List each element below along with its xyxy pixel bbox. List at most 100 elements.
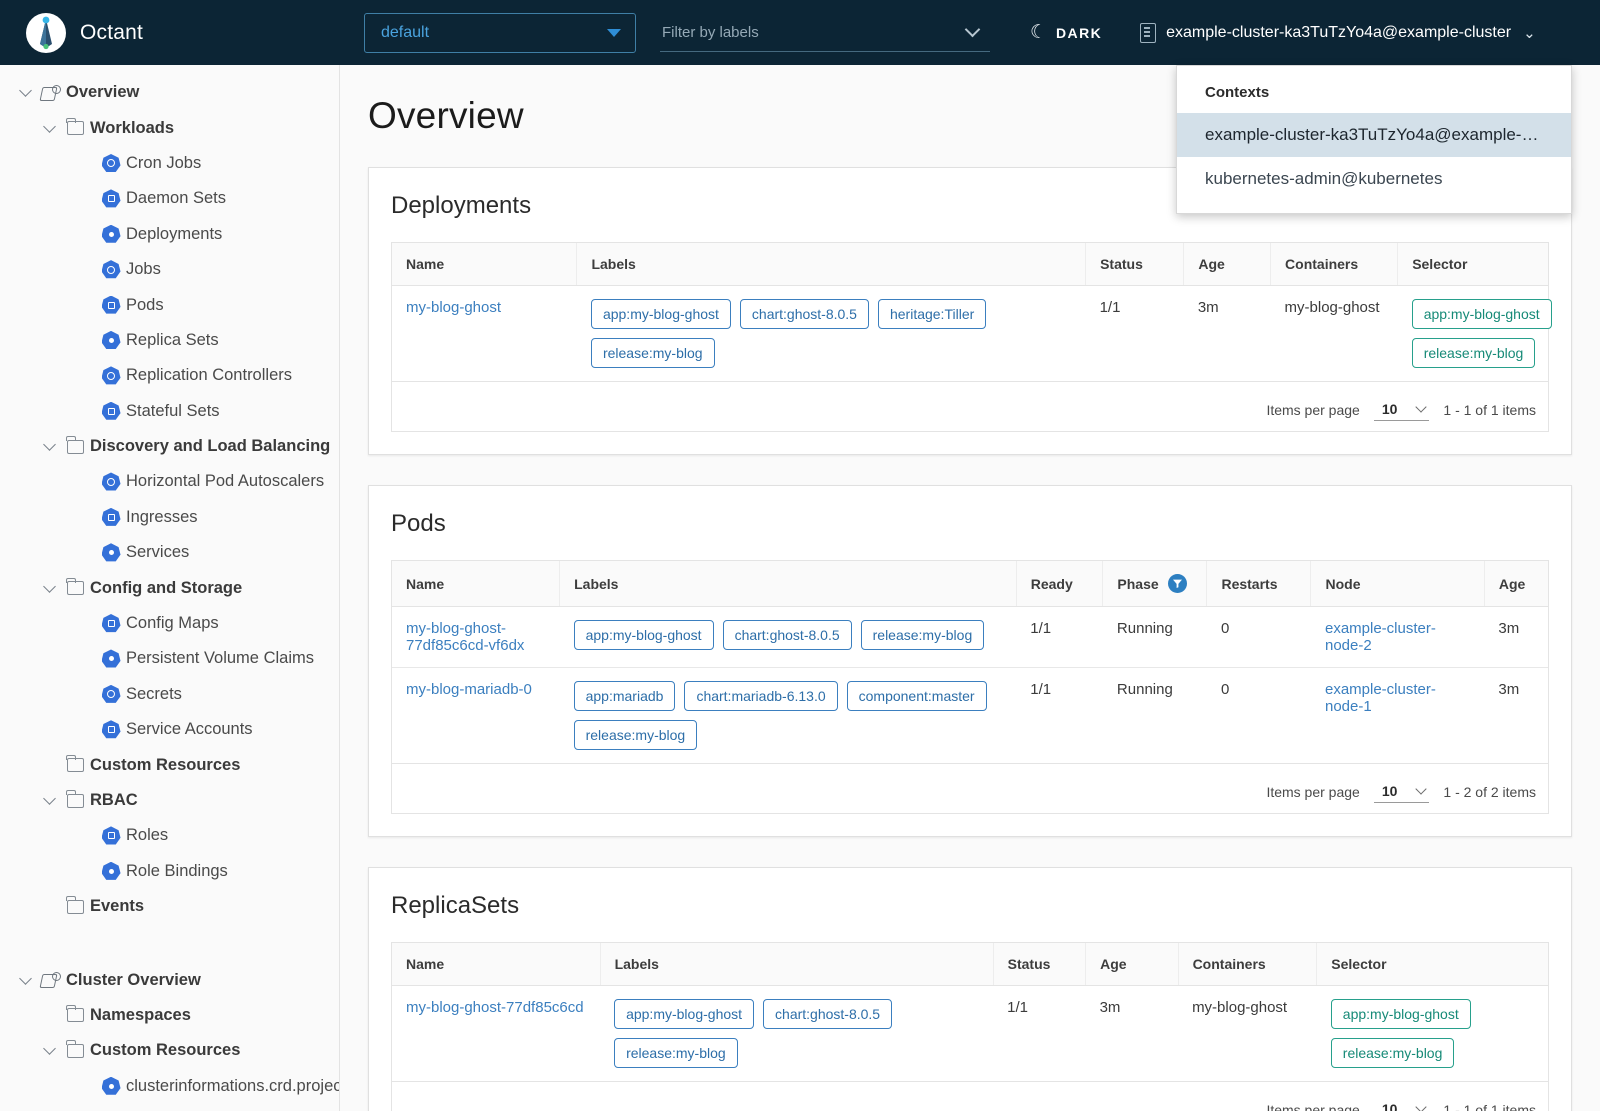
sidebar-item-deployments[interactable]: Deployments bbox=[0, 217, 339, 252]
name-link[interactable]: my-blog-ghost bbox=[406, 299, 501, 316]
sidebar-item-persistent-volume-claims[interactable]: Persistent Volume Claims bbox=[0, 641, 339, 676]
name-link[interactable]: my-blog-ghost-77df85c6cd-vf6dx bbox=[406, 620, 524, 654]
column-header-containers[interactable]: Containers bbox=[1270, 243, 1399, 286]
selector-chip[interactable]: release:my-blog bbox=[1330, 1038, 1455, 1068]
chevron-down-icon[interactable] bbox=[14, 84, 36, 99]
chevron-down-icon[interactable] bbox=[14, 971, 36, 987]
chevron-down-icon[interactable] bbox=[38, 119, 60, 135]
labels-chip[interactable]: app:mariadb bbox=[573, 681, 676, 711]
sidebar-item-cron-jobs[interactable]: Cron Jobs bbox=[0, 146, 339, 181]
sidebar-item-service-accounts[interactable]: Service Accounts bbox=[0, 712, 339, 747]
chevron-down-icon[interactable] bbox=[38, 579, 60, 595]
column-header-node[interactable]: Node bbox=[1310, 561, 1485, 607]
sidebar-item-clusterinformations-crd-project[interactable]: clusterinformations.crd.project bbox=[0, 1069, 339, 1104]
sidebar-item-custom-resources[interactable]: Custom Resources bbox=[0, 747, 339, 782]
chevron-down-icon[interactable] bbox=[38, 438, 60, 453]
column-header-status[interactable]: Status bbox=[993, 943, 1087, 986]
theme-toggle-button[interactable]: ☾ DARK bbox=[1030, 23, 1102, 42]
labels-chip[interactable]: release:my-blog bbox=[614, 1038, 738, 1068]
octant-logo-icon bbox=[26, 12, 66, 53]
sidebar-item-roles[interactable]: Roles bbox=[0, 818, 339, 853]
column-header-restarts[interactable]: Restarts bbox=[1206, 561, 1312, 607]
column-header-selector[interactable]: Selector bbox=[1397, 243, 1548, 286]
labels-chip[interactable]: app:my-blog-ghost bbox=[573, 620, 714, 650]
age-value: 3m bbox=[1197, 299, 1219, 316]
node-link[interactable]: example-cluster-node-2 bbox=[1325, 620, 1436, 654]
sidebar-item-stateful-sets[interactable]: Stateful Sets bbox=[0, 394, 339, 429]
items-per-page-select[interactable]: 10 bbox=[1373, 780, 1430, 803]
labels-chip[interactable]: chart:ghost-8.0.5 bbox=[722, 620, 852, 650]
labels-chip[interactable]: component:master bbox=[846, 681, 987, 711]
context-menu-item-kubernetes-admin[interactable]: kubernetes-admin@kubernetes bbox=[1177, 157, 1571, 201]
column-header-phase[interactable]: Phase bbox=[1102, 561, 1208, 607]
sidebar-item-workloads[interactable]: Workloads bbox=[0, 110, 339, 145]
sidebar-item-jobs[interactable]: Jobs bbox=[0, 252, 339, 287]
column-header-age[interactable]: Age bbox=[1085, 943, 1179, 986]
sidebar-item-ingresses[interactable]: Ingresses bbox=[0, 500, 339, 535]
column-header-ready[interactable]: Ready bbox=[1016, 561, 1104, 607]
column-header-label: Selector bbox=[1331, 956, 1387, 972]
labels-chip[interactable]: release:my-blog bbox=[573, 720, 698, 750]
sidebar-item-custom-resources[interactable]: Custom Resources bbox=[0, 1033, 339, 1068]
cell-name: my-blog-mariadb-0 bbox=[392, 667, 560, 764]
sidebar-item-role-bindings[interactable]: Role Bindings bbox=[0, 854, 339, 889]
items-per-page-select[interactable]: 10 bbox=[1374, 1098, 1430, 1111]
labels-chip[interactable]: release:my-blog bbox=[590, 338, 715, 368]
column-header-name[interactable]: Name bbox=[392, 943, 601, 986]
selector-chip[interactable]: app:my-blog-ghost bbox=[1330, 999, 1471, 1029]
sidebar-item-services[interactable]: Services bbox=[0, 535, 339, 570]
labels-chip[interactable]: chart:ghost-8.0.5 bbox=[739, 299, 869, 329]
sidebar-item-pods[interactable]: Pods bbox=[0, 287, 339, 322]
chevron-down-icon[interactable] bbox=[38, 792, 60, 807]
context-switcher-button[interactable]: example-cluster-ka3TuTzYo4a@example-clus… bbox=[1140, 22, 1536, 43]
namespace-select[interactable]: default bbox=[364, 12, 636, 53]
sidebar-item-horizontal-pod-autoscalers[interactable]: Horizontal Pod Autoscalers bbox=[0, 464, 339, 499]
sidebar-item-replication-controllers[interactable]: Replication Controllers bbox=[0, 358, 339, 393]
selector-chip[interactable]: release:my-blog bbox=[1411, 338, 1536, 368]
sidebar-item-events[interactable]: Events bbox=[0, 889, 339, 924]
context-menu-item-example-cluster[interactable]: example-cluster-ka3TuTzYo4a@example-clu… bbox=[1177, 113, 1571, 157]
items-per-page-select[interactable]: 10 bbox=[1373, 398, 1430, 421]
k8s-job-icon bbox=[96, 260, 126, 279]
sidebar-item-discovery-and-load-balancing[interactable]: Discovery and Load Balancing bbox=[0, 429, 339, 464]
name-link[interactable]: my-blog-mariadb-0 bbox=[406, 681, 532, 698]
sidebar-item-label: Cron Jobs bbox=[126, 153, 202, 172]
sidebar-item-replica-sets[interactable]: Replica Sets bbox=[0, 323, 339, 358]
app-body: Overview Workloads Cron Jobs Daemon Sets Dep… bbox=[0, 65, 1600, 1111]
column-header-name[interactable]: Name bbox=[392, 243, 578, 286]
filter-icon[interactable] bbox=[1167, 574, 1187, 593]
labels-chip[interactable]: release:my-blog bbox=[860, 620, 985, 650]
chevron-down-icon[interactable] bbox=[38, 1042, 60, 1057]
column-header-age[interactable]: Age bbox=[1183, 243, 1272, 286]
column-header-name[interactable]: Name bbox=[392, 561, 561, 607]
sidebar-item-csidrivers-csi-storage-k8s-io[interactable]: csidrivers.csi.storage.k8s.io bbox=[0, 1104, 339, 1111]
node-link[interactable]: example-cluster-node-1 bbox=[1325, 681, 1436, 715]
cell-containers: my-blog-ghost bbox=[1178, 985, 1317, 1082]
cell-phase: Running bbox=[1102, 667, 1207, 764]
labels-chip[interactable]: app:my-blog-ghost bbox=[590, 299, 731, 329]
status-value: 1/1 bbox=[1099, 299, 1121, 316]
column-header-containers[interactable]: Containers bbox=[1178, 943, 1318, 986]
sidebar-item-rbac[interactable]: RBAC bbox=[0, 783, 339, 818]
brand[interactable]: Octant bbox=[0, 12, 340, 53]
column-header-selector[interactable]: Selector bbox=[1316, 943, 1548, 986]
sidebar-item-secrets[interactable]: Secrets bbox=[0, 677, 339, 712]
selector-chip[interactable]: app:my-blog-ghost bbox=[1411, 299, 1552, 329]
labels-chip[interactable]: chart:mariadb-6.13.0 bbox=[684, 681, 838, 711]
name-link[interactable]: my-blog-ghost-77df85c6cd bbox=[406, 999, 584, 1016]
label-filter-input[interactable]: Filter by labels bbox=[660, 14, 990, 52]
labels-chip[interactable]: chart:ghost-8.0.5 bbox=[763, 999, 893, 1029]
sidebar-item-config-maps[interactable]: Config Maps bbox=[0, 606, 339, 641]
labels-chip[interactable]: app:my-blog-ghost bbox=[614, 999, 755, 1029]
column-header-labels[interactable]: Labels bbox=[559, 561, 1017, 607]
column-header-labels[interactable]: Labels bbox=[576, 243, 1087, 286]
column-header-status[interactable]: Status bbox=[1085, 243, 1185, 286]
sidebar-item-daemon-sets[interactable]: Daemon Sets bbox=[0, 181, 339, 216]
column-header-labels[interactable]: Labels bbox=[600, 943, 994, 986]
labels-chip[interactable]: heritage:Tiller bbox=[877, 299, 987, 329]
sidebar-item-namespaces[interactable]: Namespaces bbox=[0, 998, 339, 1033]
sidebar-item-cluster-overview[interactable]: Cluster Overview bbox=[0, 962, 339, 997]
sidebar-item-config-and-storage[interactable]: Config and Storage bbox=[0, 570, 339, 605]
sidebar-item-overview[interactable]: Overview bbox=[0, 75, 339, 110]
column-header-age[interactable]: Age bbox=[1484, 561, 1548, 607]
